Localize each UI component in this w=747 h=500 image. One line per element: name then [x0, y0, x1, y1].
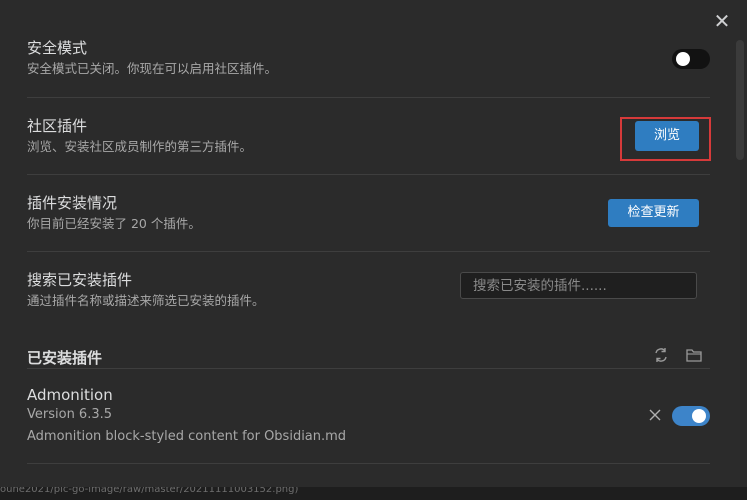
divider: [27, 463, 710, 464]
check-updates-button[interactable]: 检查更新: [608, 199, 699, 227]
scrollbar[interactable]: [736, 40, 744, 160]
divider: [27, 174, 710, 175]
plugin-description: Admonition block-styled content for Obsi…: [27, 429, 347, 444]
uninstall-x-icon[interactable]: [647, 407, 663, 423]
divider: [27, 97, 710, 98]
setting-description: 安全模式已关闭。你现在可以启用社区插件。: [27, 61, 278, 76]
setting-community-plugins: 社区插件 浏览、安装社区成员制作的第三方插件。: [27, 116, 710, 156]
installed-plugins-heading: 已安装插件: [27, 349, 103, 367]
background-text: ouhe2021/pic-go-image/raw/master/2021111…: [0, 487, 299, 495]
browse-button[interactable]: 浏览: [635, 121, 699, 151]
setting-name: 社区插件: [27, 117, 88, 135]
settings-modal: ✕ 安全模式 安全模式已关闭。你现在可以启用社区插件。 社区插件 浏览、安装社区…: [0, 0, 747, 500]
reload-icon[interactable]: [652, 346, 670, 364]
close-icon[interactable]: ✕: [712, 11, 732, 31]
divider: [27, 251, 710, 252]
divider: [27, 368, 710, 369]
toggle-knob: [676, 52, 690, 66]
safe-mode-toggle[interactable]: [672, 49, 710, 69]
background-editor-strip: ouhe2021/pic-go-image/raw/master/2021111…: [0, 487, 747, 500]
folder-icon[interactable]: [685, 346, 703, 364]
setting-description: 浏览、安装社区成员制作的第三方插件。: [27, 139, 253, 154]
toggle-knob: [692, 409, 706, 423]
setting-safe-mode: 安全模式 安全模式已关闭。你现在可以启用社区插件。: [27, 38, 710, 78]
plugin-name: Admonition: [27, 386, 113, 404]
plugin-version: Version 6.3.5: [27, 407, 113, 422]
search-installed-input[interactable]: [460, 272, 697, 299]
plugin-enable-toggle[interactable]: [672, 406, 710, 426]
setting-name: 安全模式: [27, 39, 88, 57]
